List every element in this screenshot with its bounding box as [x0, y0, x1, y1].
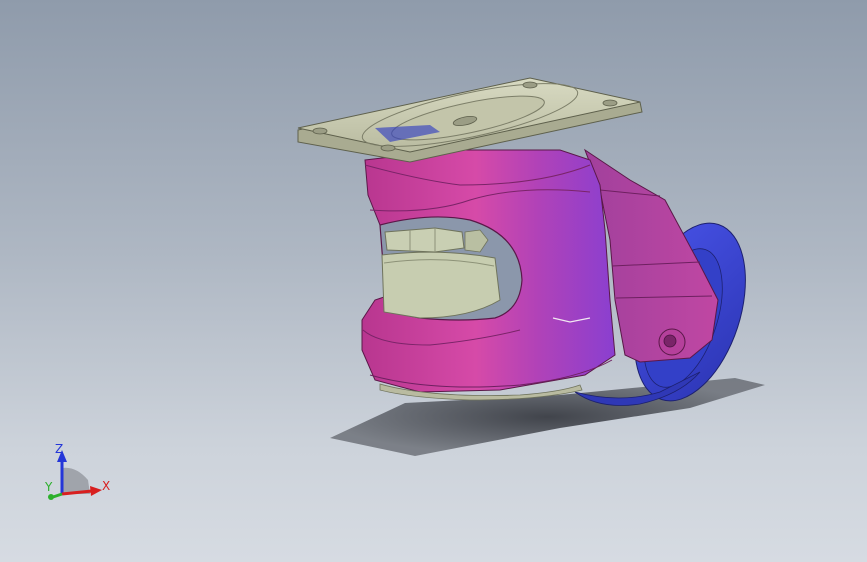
- y-axis-arrow: [52, 492, 63, 499]
- graphics-viewport[interactable]: Z X Y: [0, 0, 867, 562]
- view-orientation-triad[interactable]: Z X Y: [36, 438, 116, 508]
- triad-plane-shade: [62, 467, 90, 494]
- caster-housing[interactable]: [361, 149, 616, 401]
- z-axis-label: Z: [55, 442, 63, 456]
- y-axis-label: Y: [44, 480, 53, 494]
- mounting-plate[interactable]: [297, 71, 643, 163]
- leveling-pad: [381, 251, 501, 319]
- x-axis-arrowhead: [90, 486, 102, 496]
- y-axis-arrowhead: [48, 494, 54, 500]
- x-axis-label: X: [102, 479, 110, 493]
- hex-nut: [384, 227, 465, 253]
- caster-model[interactable]: [0, 0, 867, 562]
